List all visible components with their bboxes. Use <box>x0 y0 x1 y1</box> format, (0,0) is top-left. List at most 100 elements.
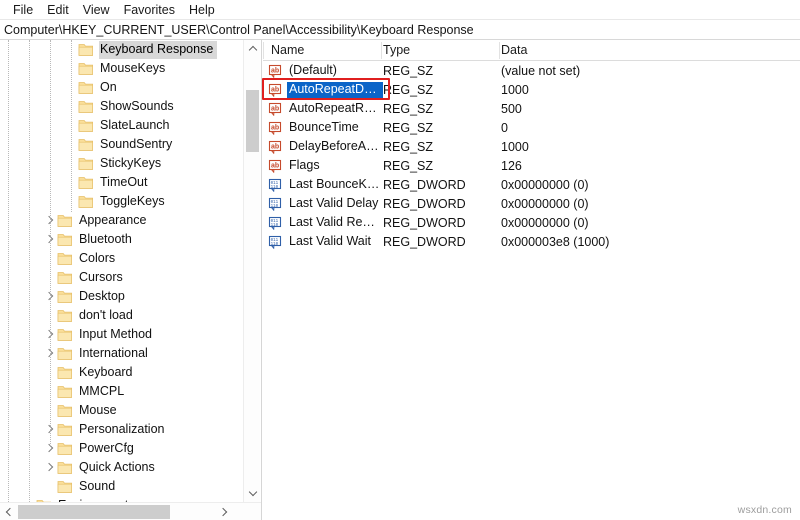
expand-chevron-icon[interactable] <box>42 458 57 477</box>
tree-item-sound[interactable]: Sound <box>0 477 244 496</box>
value-row[interactable]: ab (Default) REG_SZ (value not set) <box>263 61 800 80</box>
value-row[interactable]: 011 110 Last Valid Wait REG_DWORD 0x000003e8… <box>263 232 800 251</box>
value-row[interactable]: ab Flags REG_SZ 126 <box>263 156 800 175</box>
tree-item-quick-actions[interactable]: Quick Actions <box>0 458 244 477</box>
value-row[interactable]: ab AutoRepeatDelay REG_SZ 1000 <box>263 80 800 99</box>
scroll-left-arrow-icon[interactable] <box>0 503 17 520</box>
svg-text:ab: ab <box>271 124 279 131</box>
tree-scroll-region[interactable]: Keyboard Response MouseKeys On ShowSounds Sl… <box>0 40 244 502</box>
menu-item-help[interactable]: Help <box>182 1 222 19</box>
value-row[interactable]: ab DelayBeforeAcc... REG_SZ 1000 <box>263 137 800 156</box>
expand-chevron-icon[interactable] <box>42 211 57 230</box>
tree-item-mouse[interactable]: Mouse <box>0 401 244 420</box>
tree-item-mmcpl[interactable]: MMCPL <box>0 382 244 401</box>
address-bar[interactable]: Computer\HKEY_CURRENT_USER\Control Panel… <box>0 20 800 40</box>
registry-path-text: Computer\HKEY_CURRENT_USER\Control Panel… <box>4 22 474 37</box>
value-name-cell: 011 110 Last Valid Repeat <box>263 215 383 231</box>
value-row[interactable]: 011110 Last BounceKey ...REG_DWORD 0x00000… <box>263 175 800 194</box>
expand-chevron-icon[interactable] <box>42 230 57 249</box>
tree-item-label: PowerCfg <box>79 440 134 455</box>
value-type-cell: REG_SZ <box>383 63 434 78</box>
tree-item-label: SoundSentry <box>100 136 173 151</box>
tree-item-personalization[interactable]: Personalization <box>0 420 244 439</box>
value-name-cell: ab AutoRepeatRate <box>263 101 383 117</box>
scroll-right-arrow-icon[interactable] <box>216 503 233 520</box>
value-row[interactable]: ab AutoRepeatRate REG_SZ 500 <box>263 99 800 118</box>
tree-item-togglekeys[interactable]: ToggleKeys <box>0 192 244 211</box>
value-name-label: (Default) <box>289 62 337 77</box>
value-type-cell: REG_DWORD <box>383 234 466 249</box>
value-name-cell: 011110 Last BounceKey ... <box>263 177 383 193</box>
scroll-down-arrow-icon[interactable] <box>244 485 261 502</box>
svg-text:ab: ab <box>271 105 279 112</box>
tree-vertical-scrollbar[interactable] <box>243 40 260 502</box>
value-row[interactable]: 011 110 Last Valid Delay REG_DWORD 0x0000000… <box>263 194 800 213</box>
value-type-cell: REG_SZ <box>383 101 434 116</box>
tree-item-bluetooth[interactable]: Bluetooth <box>0 230 244 249</box>
folder-icon <box>78 195 94 209</box>
tree-item-mousekeys[interactable]: MouseKeys <box>0 59 244 78</box>
tree-item-input-method[interactable]: Input Method <box>0 325 244 344</box>
column-header-data[interactable]: Data <box>501 43 800 57</box>
value-name-cell: ab BounceTime <box>263 120 383 136</box>
value-type-cell: REG_SZ <box>383 158 434 173</box>
menu-item-favorites[interactable]: Favorites <box>117 1 182 19</box>
value-name-label: Last BounceKey ... <box>289 176 383 191</box>
value-data-cell: 0x00000000 (0) <box>501 196 589 211</box>
dword-value-icon: 011 110 <box>268 178 283 192</box>
tree-item-label: TimeOut <box>100 174 148 189</box>
tree-item-international[interactable]: International <box>0 344 244 363</box>
tree-item-label: SlateLaunch <box>100 117 170 132</box>
tree-item-powercfg[interactable]: PowerCfg <box>0 439 244 458</box>
tree-item-label: MMCPL <box>79 383 125 398</box>
value-name-cell: ab Flags <box>263 158 383 174</box>
column-header-name[interactable]: Name <box>263 43 383 57</box>
folder-icon <box>57 404 73 418</box>
tree-item-desktop[interactable]: Desktop <box>0 287 244 306</box>
tree-item-appearance[interactable]: Appearance <box>0 211 244 230</box>
tree-item-timeout[interactable]: TimeOut <box>0 173 244 192</box>
tree-item-keyboard[interactable]: Keyboard <box>0 363 244 382</box>
expand-chevron-icon[interactable] <box>42 325 57 344</box>
tree-vertical-scrollbar-thumb[interactable] <box>246 90 259 152</box>
expand-chevron-icon[interactable] <box>42 420 57 439</box>
value-name-label: DelayBeforeAcc... <box>289 138 383 153</box>
tree-horizontal-scrollbar[interactable] <box>0 502 261 520</box>
menu-item-edit[interactable]: Edit <box>40 1 76 19</box>
expand-chevron-icon[interactable] <box>42 344 57 363</box>
tree-item-label: Appearance <box>79 212 147 227</box>
tree-item-label: ToggleKeys <box>100 193 165 208</box>
tree-item-slatelaunch[interactable]: SlateLaunch <box>0 116 244 135</box>
scroll-up-arrow-icon[interactable] <box>244 40 261 57</box>
tree-item-cursors[interactable]: Cursors <box>0 268 244 287</box>
value-row[interactable]: 011 110 Last Valid Repeat REG_DWORD 0x000000… <box>263 213 800 232</box>
expand-chevron-icon[interactable] <box>42 439 57 458</box>
tree-item-on[interactable]: On <box>0 78 244 97</box>
value-data-cell: 0 <box>501 120 508 135</box>
value-type-cell: REG_DWORD <box>383 215 466 230</box>
tree-item-label: Cursors <box>79 269 123 284</box>
menu-item-view[interactable]: View <box>76 1 117 19</box>
tree-item-soundsentry[interactable]: SoundSentry <box>0 135 244 154</box>
menu-item-file[interactable]: File <box>6 1 40 19</box>
expand-chevron-icon[interactable] <box>42 287 57 306</box>
tree-item-colors[interactable]: Colors <box>0 249 244 268</box>
value-row[interactable]: ab BounceTime REG_SZ 0 <box>263 118 800 137</box>
string-value-icon: ab <box>268 159 283 173</box>
dword-value-icon: 011 110 <box>268 216 283 230</box>
tree-item-stickykeys[interactable]: StickyKeys <box>0 154 244 173</box>
folder-icon <box>57 480 73 494</box>
tree-item-showsounds[interactable]: ShowSounds <box>0 97 244 116</box>
tree-item-don-t-load[interactable]: don't load <box>0 306 244 325</box>
column-header-type[interactable]: Type <box>383 43 501 57</box>
svg-text:ab: ab <box>271 67 279 74</box>
tree-item-keyboard-response[interactable]: Keyboard Response <box>0 40 244 59</box>
tree-horizontal-scrollbar-thumb[interactable] <box>18 505 170 519</box>
value-name-label: Last Valid Repeat <box>289 214 383 229</box>
